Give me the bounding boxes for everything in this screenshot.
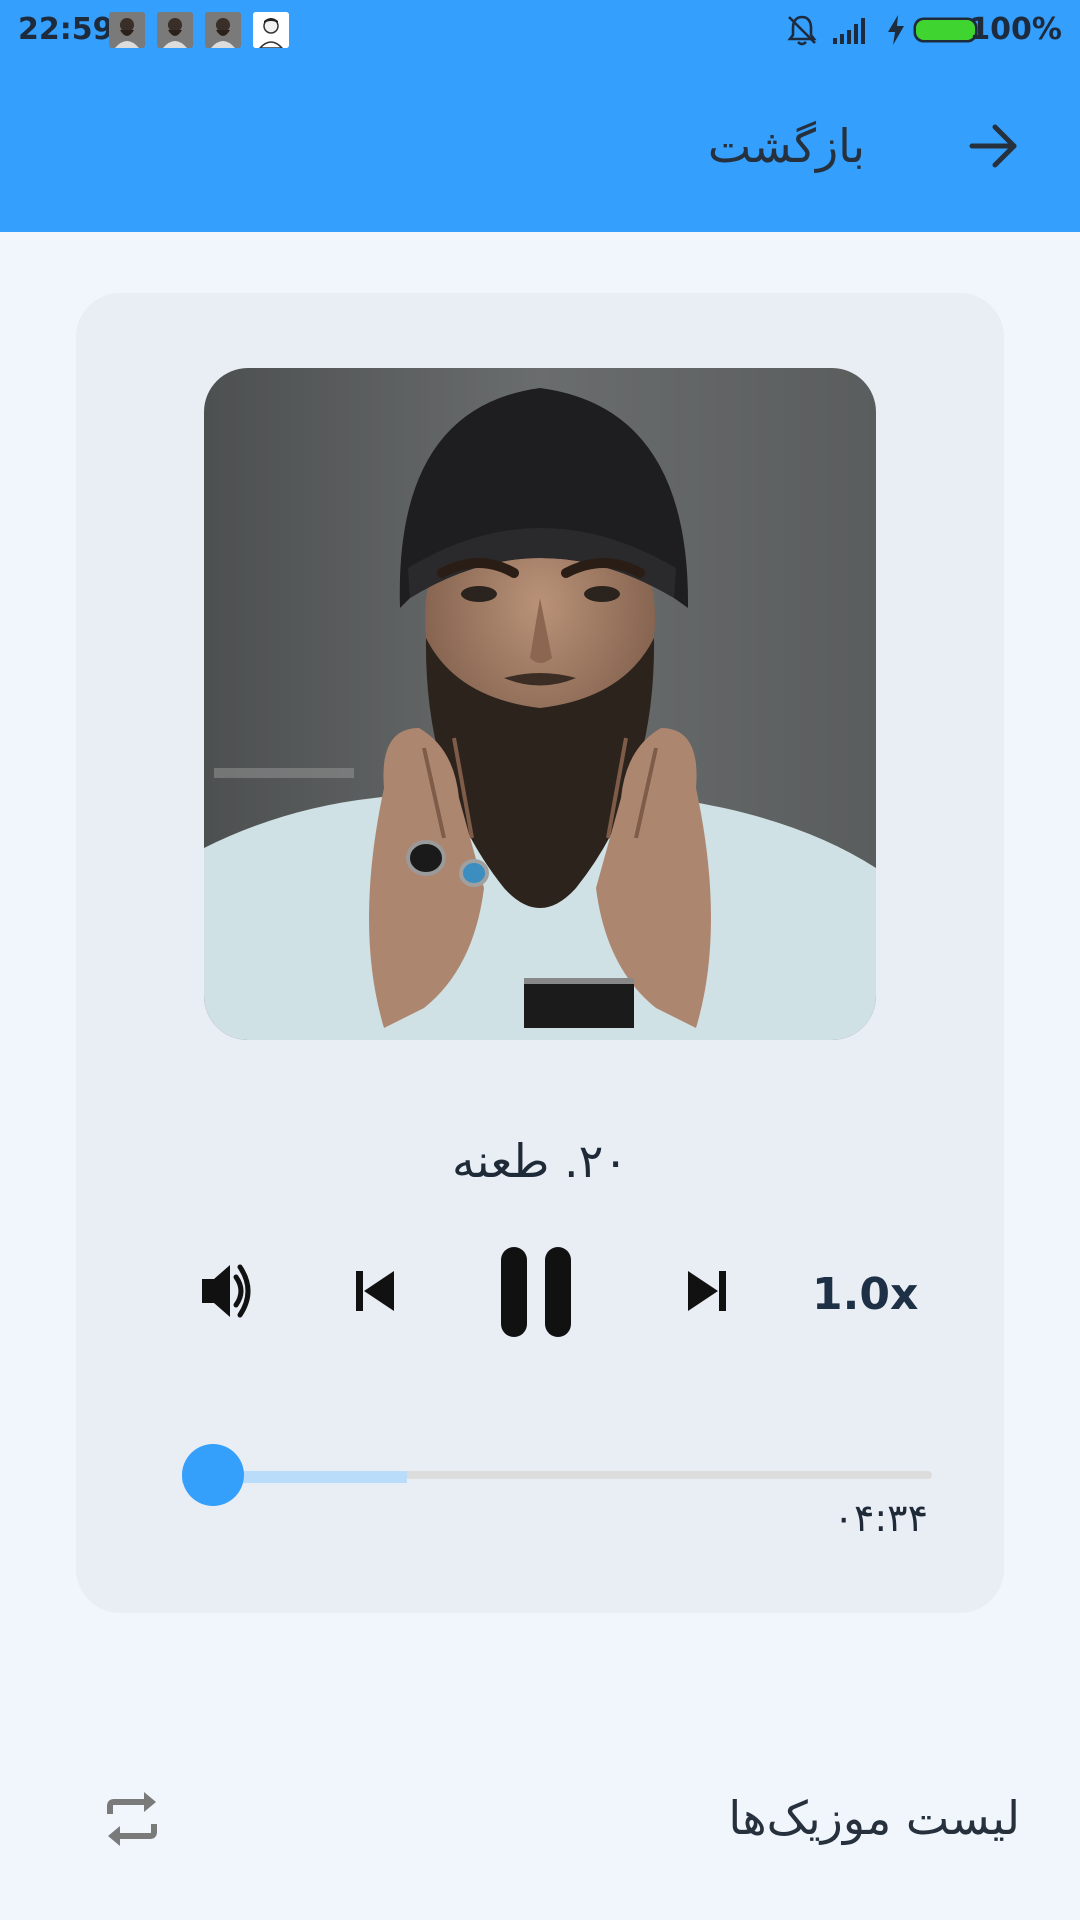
skip-next-icon[interactable] xyxy=(678,1233,738,1349)
status-time: 22:59 xyxy=(18,12,114,47)
seek-bar[interactable] xyxy=(182,1444,932,1506)
seek-thumb[interactable] xyxy=(182,1444,244,1506)
avatar-icon xyxy=(157,12,193,48)
playback-speed-button[interactable]: 1.0x xyxy=(812,1267,918,1323)
charging-icon xyxy=(888,15,904,45)
volume-icon[interactable] xyxy=(196,1233,256,1349)
music-list-label[interactable]: لیست موزیک‌ها xyxy=(728,1788,1020,1848)
avatar-icon xyxy=(205,12,241,48)
status-bar: 22:59 100% xyxy=(0,0,1080,60)
signal-icon xyxy=(833,18,865,44)
duration-label: ۰۴:۳۴ xyxy=(833,1496,928,1540)
app-bar: بازگشت xyxy=(0,60,1080,232)
battery-percent: 100% xyxy=(969,12,1062,47)
arrow-right-icon[interactable] xyxy=(966,118,1022,174)
track-title: ۲۰. طعنه xyxy=(451,1134,628,1188)
avatar-icon xyxy=(253,12,289,48)
avatar-icon xyxy=(109,12,145,48)
pause-icon[interactable] xyxy=(486,1233,586,1349)
back-label[interactable]: بازگشت xyxy=(708,118,865,174)
bell-off-icon xyxy=(787,15,817,46)
skip-previous-icon[interactable] xyxy=(344,1233,404,1349)
repeat-icon[interactable] xyxy=(102,1788,162,1850)
album-cover xyxy=(204,368,876,1040)
player-card: ۲۰. طعنه 1.0x ۰۴:۳۴ xyxy=(76,293,1004,1613)
